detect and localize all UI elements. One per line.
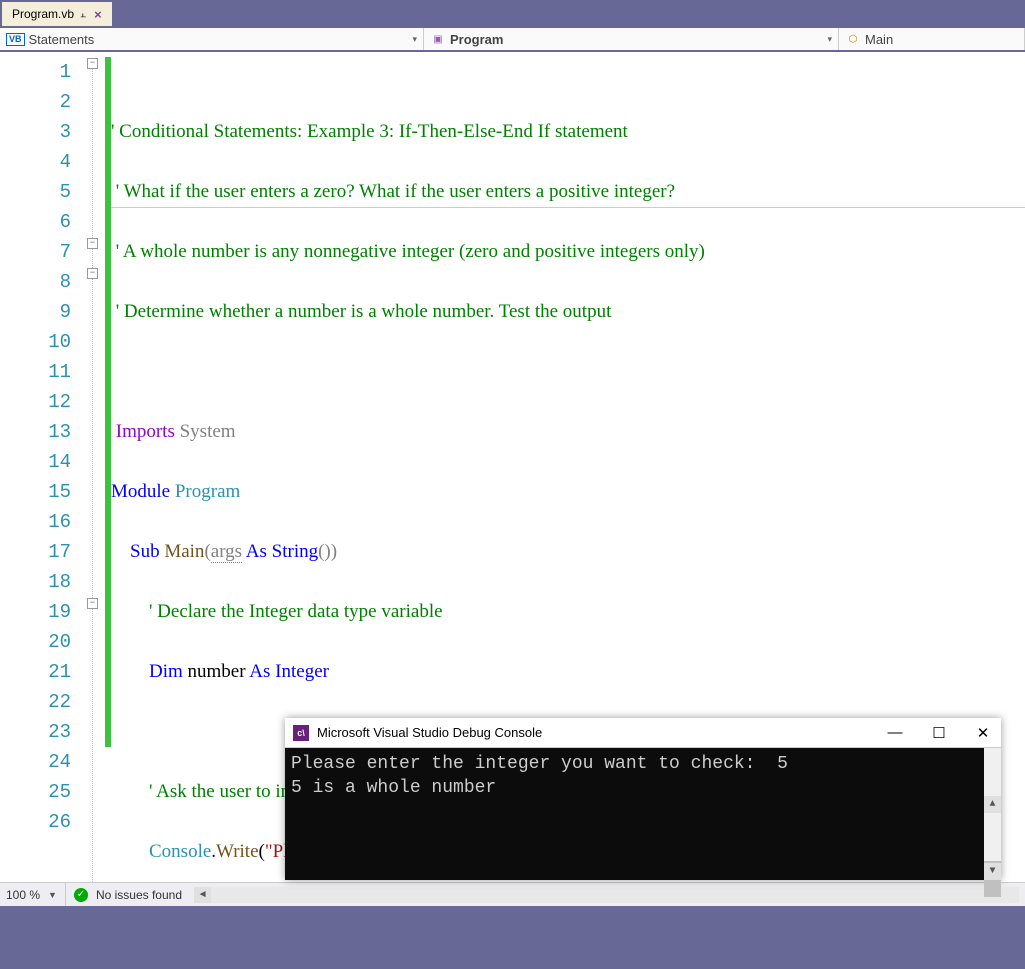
code-token: Dim [149, 661, 183, 682]
tab-label: Program.vb [12, 7, 74, 21]
code-line: ' Conditional Statements: Example 3: If-… [111, 121, 628, 142]
code-token: String [267, 541, 318, 562]
scroll-up-arrow-icon[interactable]: ▲ [984, 796, 1001, 813]
minimize-icon[interactable]: — [885, 724, 905, 742]
scope-dropdown[interactable]: VB Statements ▾ [0, 28, 424, 50]
issues-label: No issues found [96, 888, 182, 902]
fold-toggle-icon[interactable]: − [87, 598, 98, 609]
scroll-down-arrow-icon[interactable]: ▼ [984, 863, 1001, 880]
scroll-left-arrow-icon[interactable]: ◄ [194, 887, 211, 903]
pin-icon[interactable]: ⫠ [80, 9, 86, 20]
code-line: ' Declare the Integer data type variable [149, 601, 443, 622]
vb-badge-icon: VB [6, 33, 25, 46]
console-app-icon: c\ [293, 725, 309, 741]
console-line: Please enter the integer you want to che… [291, 754, 788, 774]
scope-label: Statements [29, 32, 95, 47]
code-token: As [242, 541, 267, 562]
code-line: ' A whole number is any nonnegative inte… [116, 241, 705, 262]
code-token: Sub [130, 541, 160, 562]
member-dropdown[interactable]: ⬡ Main [839, 28, 1025, 50]
line-number-gutter: 1234567891011121314151617181920212223242… [0, 52, 85, 882]
status-bar: 100 % ▼ ✓ No issues found ◄ [0, 882, 1025, 906]
code-token: args [211, 541, 242, 563]
code-token: Main [160, 541, 205, 562]
code-token: Imports [116, 421, 175, 442]
console-output[interactable]: Please enter the integer you want to che… [285, 748, 1001, 880]
code-token: Console [149, 841, 211, 862]
navigation-bar: VB Statements ▾ ▣ Program ▾ ⬡ Main [0, 26, 1025, 52]
class-label: Program [450, 32, 503, 47]
class-icon: ▣ [430, 31, 446, 47]
fold-toggle-icon[interactable]: − [87, 268, 98, 279]
close-icon[interactable]: ✕ [973, 724, 993, 742]
code-token: Module [111, 481, 170, 502]
document-tab[interactable]: Program.vb ⫠ × [2, 2, 112, 26]
member-label: Main [865, 32, 893, 47]
debug-console-window[interactable]: c\ Microsoft Visual Studio Debug Console… [285, 718, 1001, 880]
horizontal-scrollbar[interactable]: ◄ [194, 887, 1019, 903]
vertical-scrollbar[interactable]: ▲ ▼ [984, 748, 1001, 880]
code-token: System [175, 421, 236, 442]
code-token: Integer [270, 661, 329, 682]
method-icon: ⬡ [845, 31, 861, 47]
close-icon[interactable]: × [94, 7, 102, 22]
document-tab-bar: Program.vb ⫠ × [0, 0, 1025, 26]
console-titlebar[interactable]: c\ Microsoft Visual Studio Debug Console… [285, 718, 1001, 748]
fold-toggle-icon[interactable]: − [87, 238, 98, 249]
console-title: Microsoft Visual Studio Debug Console [317, 725, 542, 740]
maximize-icon[interactable]: ☐ [929, 724, 949, 742]
code-token: Write [216, 841, 259, 862]
chevron-down-icon[interactable]: ▼ [48, 890, 57, 900]
fold-toggle-icon[interactable]: − [87, 58, 98, 69]
console-line: 5 is a whole number [291, 778, 496, 798]
code-token: Program [170, 481, 240, 502]
chevron-down-icon: ▾ [412, 34, 417, 45]
code-token: As [249, 661, 270, 682]
folding-margin[interactable]: − − − − [85, 52, 105, 882]
code-line: ' What if the user enters a zero? What i… [116, 181, 675, 202]
check-circle-icon: ✓ [74, 888, 88, 902]
class-dropdown[interactable]: ▣ Program ▾ [424, 28, 839, 50]
code-token: number [183, 661, 250, 682]
chevron-down-icon: ▾ [827, 34, 832, 45]
zoom-level[interactable]: 100 % [6, 888, 40, 902]
code-line: ' Determine whether a number is a whole … [116, 301, 612, 322]
